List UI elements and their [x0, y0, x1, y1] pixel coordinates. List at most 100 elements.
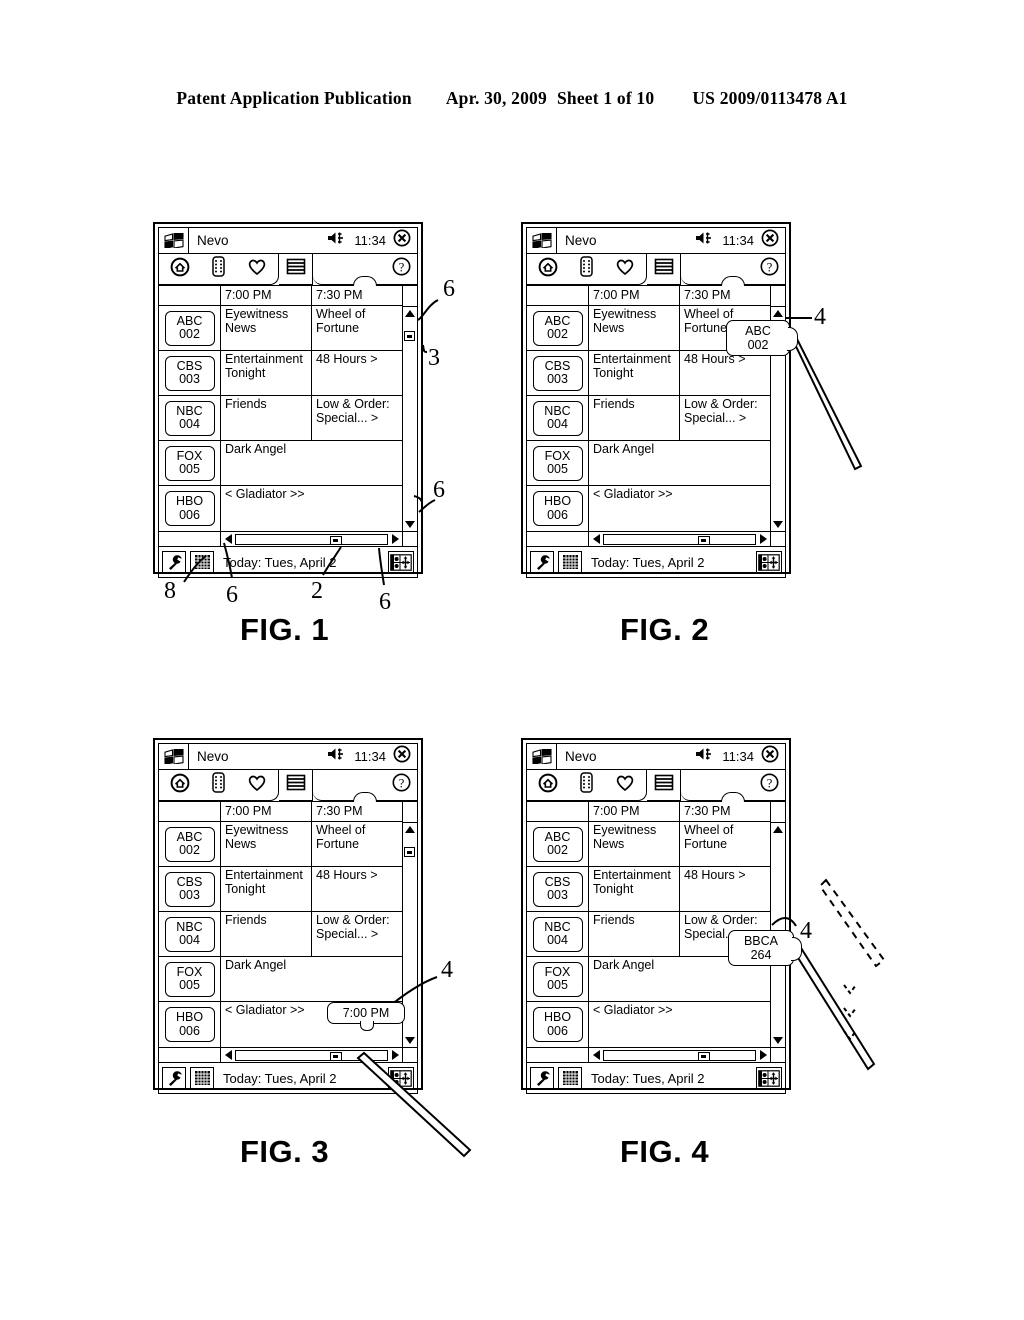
- pan-move-icon[interactable]: [388, 551, 414, 573]
- channel-cell[interactable]: ABC 002: [527, 306, 589, 350]
- scroll-up-arrow-icon[interactable]: [405, 826, 415, 833]
- program-cell[interactable]: < Gladiator >>: [221, 486, 402, 531]
- keypad-grid-icon[interactable]: [558, 1067, 582, 1089]
- list-icon[interactable]: [286, 258, 306, 280]
- program-cell[interactable]: < Gladiator >>: [589, 486, 770, 531]
- close-icon[interactable]: [393, 229, 411, 252]
- table-row[interactable]: NBC 004 Friends Low & Order: Special... …: [527, 396, 770, 441]
- program-cell[interactable]: Entertainment Tonight: [221, 867, 312, 911]
- table-row[interactable]: CBS 003 Entertainment Tonight 48 Hours >: [159, 351, 402, 396]
- table-row[interactable]: CBS 003 Entertainment Tonight 48 Hours >: [159, 867, 402, 912]
- table-row[interactable]: HBO 006 < Gladiator >>: [527, 486, 770, 531]
- scroll-down-arrow-icon[interactable]: [405, 1037, 415, 1044]
- scroll-left-arrow-icon[interactable]: [221, 1050, 235, 1060]
- channel-cell[interactable]: ABC 002: [159, 306, 221, 350]
- help-icon[interactable]: ?: [760, 257, 779, 281]
- scroll-right-arrow-icon[interactable]: [756, 1050, 770, 1060]
- list-icon[interactable]: [286, 774, 306, 796]
- program-cell[interactable]: 48 Hours >: [312, 867, 402, 911]
- home-icon[interactable]: [538, 257, 558, 282]
- channel-cell[interactable]: FOX 005: [159, 957, 221, 1001]
- keypad-grid-icon[interactable]: [190, 1067, 214, 1089]
- horizontal-scrollbar[interactable]: [159, 531, 417, 547]
- keypad-grid-icon[interactable]: [190, 551, 214, 573]
- heart-icon[interactable]: [247, 258, 267, 281]
- help-icon[interactable]: ?: [392, 257, 411, 281]
- scroll-left-arrow-icon[interactable]: [221, 534, 235, 544]
- help-icon[interactable]: ?: [392, 773, 411, 797]
- scroll-down-arrow-icon[interactable]: [405, 521, 415, 528]
- remote-control-icon[interactable]: [580, 256, 593, 282]
- remote-control-icon[interactable]: [580, 772, 593, 798]
- horizontal-scrollbar[interactable]: [159, 1047, 417, 1063]
- pan-move-icon[interactable]: [388, 1067, 414, 1089]
- channel-cell[interactable]: HBO 006: [527, 1002, 589, 1047]
- wrench-icon[interactable]: [530, 551, 554, 573]
- program-cell[interactable]: Low & Order: Special... >: [312, 912, 402, 956]
- speaker-icon[interactable]: [327, 747, 347, 766]
- scroll-left-arrow-icon[interactable]: [589, 1050, 603, 1060]
- close-icon[interactable]: [761, 745, 779, 768]
- horizontal-scroll-thumb[interactable]: [329, 1051, 342, 1061]
- speaker-icon[interactable]: [695, 231, 715, 250]
- program-cell[interactable]: 48 Hours >: [680, 867, 770, 911]
- table-row[interactable]: HBO 006 < Gladiator >>: [527, 1002, 770, 1047]
- speaker-icon[interactable]: [695, 747, 715, 766]
- program-cell[interactable]: 48 Hours >: [312, 351, 402, 395]
- channel-cell[interactable]: HBO 006: [159, 486, 221, 531]
- channel-cell[interactable]: NBC 004: [159, 912, 221, 956]
- heart-icon[interactable]: [615, 258, 635, 281]
- remote-control-icon[interactable]: [212, 256, 225, 282]
- scroll-up-arrow-icon[interactable]: [773, 826, 783, 833]
- table-row[interactable]: FOX 005 Dark Angel: [527, 441, 770, 486]
- table-row[interactable]: ABC 002 Eyewitness News Wheel of Fortune: [159, 306, 402, 351]
- program-cell[interactable]: Wheel of Fortune: [680, 822, 770, 866]
- program-cell[interactable]: Friends: [589, 912, 680, 956]
- home-icon[interactable]: [170, 773, 190, 798]
- keypad-grid-icon[interactable]: [558, 551, 582, 573]
- program-cell[interactable]: Entertainment Tonight: [221, 351, 312, 395]
- pan-move-icon[interactable]: [756, 551, 782, 573]
- channel-cell[interactable]: NBC 004: [527, 396, 589, 440]
- program-cell[interactable]: Eyewitness News: [589, 822, 680, 866]
- program-cell[interactable]: Dark Angel: [221, 441, 402, 485]
- program-cell[interactable]: Wheel of Fortune: [312, 306, 402, 350]
- horizontal-scroll-thumb[interactable]: [697, 1051, 710, 1061]
- vertical-scrollbar[interactable]: [770, 802, 785, 1047]
- scroll-down-arrow-icon[interactable]: [773, 1037, 783, 1044]
- list-icon[interactable]: [654, 774, 674, 796]
- wrench-icon[interactable]: [162, 551, 186, 573]
- program-cell[interactable]: Friends: [221, 396, 312, 440]
- horizontal-scrollbar[interactable]: [527, 1047, 785, 1063]
- program-cell[interactable]: Entertainment Tonight: [589, 351, 680, 395]
- channel-cell[interactable]: CBS 003: [159, 351, 221, 395]
- vertical-scroll-thumb[interactable]: [404, 331, 415, 341]
- program-cell[interactable]: Eyewitness News: [221, 306, 312, 350]
- scroll-left-arrow-icon[interactable]: [589, 534, 603, 544]
- home-icon[interactable]: [170, 257, 190, 282]
- table-row[interactable]: CBS 003 Entertainment Tonight 48 Hours >: [527, 867, 770, 912]
- horizontal-scrollbar[interactable]: [527, 531, 785, 547]
- pan-move-icon[interactable]: [756, 1067, 782, 1089]
- table-row[interactable]: ABC 002 Eyewitness News Wheel of Fortune: [527, 822, 770, 867]
- channel-cell[interactable]: HBO 006: [159, 1002, 221, 1047]
- channel-cell[interactable]: CBS 003: [159, 867, 221, 911]
- table-row[interactable]: FOX 005 Dark Angel: [159, 957, 402, 1002]
- program-cell[interactable]: 48 Hours >: [680, 351, 770, 395]
- program-cell[interactable]: Friends: [589, 396, 680, 440]
- channel-cell[interactable]: CBS 003: [527, 867, 589, 911]
- wrench-icon[interactable]: [530, 1067, 554, 1089]
- channel-cell[interactable]: FOX 005: [527, 957, 589, 1001]
- program-cell[interactable]: Dark Angel: [221, 957, 402, 1001]
- program-cell[interactable]: Eyewitness News: [221, 822, 312, 866]
- wrench-icon[interactable]: [162, 1067, 186, 1089]
- table-row[interactable]: FOX 005 Dark Angel: [159, 441, 402, 486]
- channel-cell[interactable]: ABC 002: [159, 822, 221, 866]
- heart-icon[interactable]: [615, 774, 635, 797]
- program-cell[interactable]: Dark Angel: [589, 441, 770, 485]
- remote-control-icon[interactable]: [212, 772, 225, 798]
- program-cell[interactable]: < Gladiator >>: [589, 1002, 770, 1047]
- scroll-down-arrow-icon[interactable]: [773, 521, 783, 528]
- scroll-right-arrow-icon[interactable]: [756, 534, 770, 544]
- program-cell[interactable]: Low & Order: Special... >: [680, 396, 770, 440]
